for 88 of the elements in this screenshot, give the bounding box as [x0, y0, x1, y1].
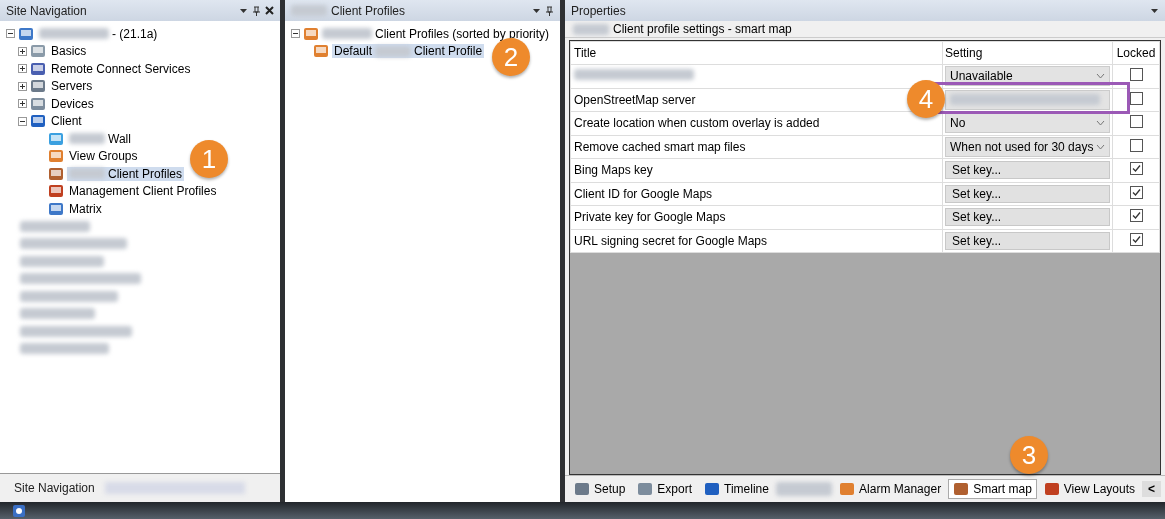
- tree-item[interactable]: Matrix: [67, 201, 104, 216]
- tree-item[interactable]: Servers: [49, 79, 95, 94]
- view-tab[interactable]: Smart map: [948, 479, 1037, 499]
- tab-icon: [574, 482, 590, 496]
- blurred-text: [291, 5, 327, 16]
- pin-icon[interactable]: [252, 5, 261, 16]
- dropdown-icon[interactable]: [1150, 6, 1159, 15]
- node-icon: [313, 44, 329, 59]
- tree-item-label[interactable]: - (21.1a): [112, 26, 158, 41]
- tab-icon: [704, 482, 721, 496]
- setting-title: Bing Maps key: [574, 163, 653, 178]
- dropdown-field[interactable]: No: [945, 113, 1110, 134]
- scroll-left-button[interactable]: <: [1142, 481, 1161, 497]
- tree-item[interactable]: Client Profiles: [67, 166, 185, 181]
- tree-item-label: Client Profile: [414, 44, 483, 59]
- tab-icon: [953, 482, 970, 496]
- chevron-down-icon: [1096, 120, 1105, 127]
- app-icon[interactable]: [12, 503, 26, 518]
- tree-item[interactable]: Default Client Profile: [332, 44, 485, 59]
- dropdown-icon[interactable]: [239, 6, 248, 15]
- expander-icon[interactable]: [6, 29, 15, 39]
- setting-title: OpenStreetMap server: [574, 92, 696, 107]
- checkbox[interactable]: [1129, 209, 1143, 223]
- column-header: Locked: [1112, 41, 1160, 65]
- expander-icon[interactable]: [18, 116, 27, 126]
- checkbox[interactable]: [1129, 162, 1143, 176]
- tree-item[interactable]: View Groups: [67, 149, 140, 164]
- node-icon: [30, 79, 46, 94]
- tree-item[interactable]: Basics: [49, 44, 89, 59]
- set-key-button[interactable]: Set key...: [945, 184, 1110, 203]
- checkbox[interactable]: [1129, 68, 1143, 82]
- setting-title: URL signing secret for Google Maps: [574, 233, 767, 248]
- tab-icon: [1043, 482, 1060, 496]
- tree-item[interactable]: Remote Connect Services: [49, 61, 193, 76]
- blurred-text: [322, 28, 372, 40]
- node-icon: [48, 149, 64, 164]
- expander-icon[interactable]: [291, 29, 300, 39]
- node-icon: [30, 61, 46, 76]
- node-icon: [48, 131, 64, 146]
- blurred-tree-item: [20, 220, 90, 232]
- checkbox[interactable]: [1129, 138, 1143, 152]
- text-field[interactable]: [945, 89, 1110, 110]
- set-key-button[interactable]: Set key...: [945, 208, 1110, 227]
- node-icon: [30, 96, 46, 111]
- tab-icon: [839, 482, 856, 496]
- tree-item-label: Wall: [108, 131, 131, 146]
- setting-title: Private key for Google Maps: [574, 210, 726, 225]
- tree-item[interactable]: Wall: [67, 131, 133, 146]
- close-icon[interactable]: [265, 6, 274, 15]
- column-header: Setting: [942, 41, 1113, 65]
- expander-icon[interactable]: [18, 81, 27, 91]
- pin-icon[interactable]: [545, 5, 554, 16]
- setting-title: Remove cached smart map files: [574, 139, 746, 154]
- column-header: Title: [570, 41, 943, 65]
- tab-icon: [637, 482, 654, 496]
- tree-item-label: Client Profiles: [108, 166, 183, 181]
- panel-title: Client Profiles: [331, 3, 406, 18]
- node-icon: [303, 26, 319, 41]
- expander-icon[interactable]: [18, 64, 27, 74]
- node-icon: [30, 114, 46, 129]
- tree-item[interactable]: Management Client Profiles: [67, 184, 219, 199]
- setting-title: Create location when custom overlay is added: [574, 116, 820, 131]
- blurred-text: [375, 45, 412, 57]
- node-icon: [30, 44, 46, 59]
- panel-title: Site Navigation: [6, 3, 88, 18]
- node-icon: [48, 201, 64, 216]
- node-icon: [48, 184, 64, 199]
- chevron-down-icon: [1096, 73, 1105, 80]
- setting-title: Client ID for Google Maps: [574, 186, 713, 201]
- node-icon: [18, 26, 34, 41]
- checkbox[interactable]: [1129, 91, 1143, 105]
- panel-title: Properties: [571, 3, 627, 18]
- dropdown-icon[interactable]: [532, 6, 541, 15]
- set-key-button[interactable]: Set key...: [945, 231, 1110, 250]
- node-icon: [48, 166, 64, 181]
- checkbox[interactable]: [1129, 232, 1143, 246]
- tree-item[interactable]: Client: [49, 114, 84, 129]
- chevron-down-icon: [1096, 143, 1105, 150]
- checkbox[interactable]: [1129, 115, 1143, 129]
- set-key-button[interactable]: Set key...: [945, 161, 1110, 180]
- expander-icon[interactable]: [18, 46, 27, 56]
- dropdown-field[interactable]: When not used for 30 days: [945, 136, 1110, 157]
- blurred-text: [573, 23, 609, 35]
- tree-item-label: Default: [334, 44, 373, 59]
- checkbox[interactable]: [1129, 185, 1143, 199]
- expander-icon[interactable]: [18, 99, 27, 109]
- tree-item[interactable]: Devices: [49, 96, 96, 111]
- settings-heading: Client profile settings - smart map: [613, 22, 792, 36]
